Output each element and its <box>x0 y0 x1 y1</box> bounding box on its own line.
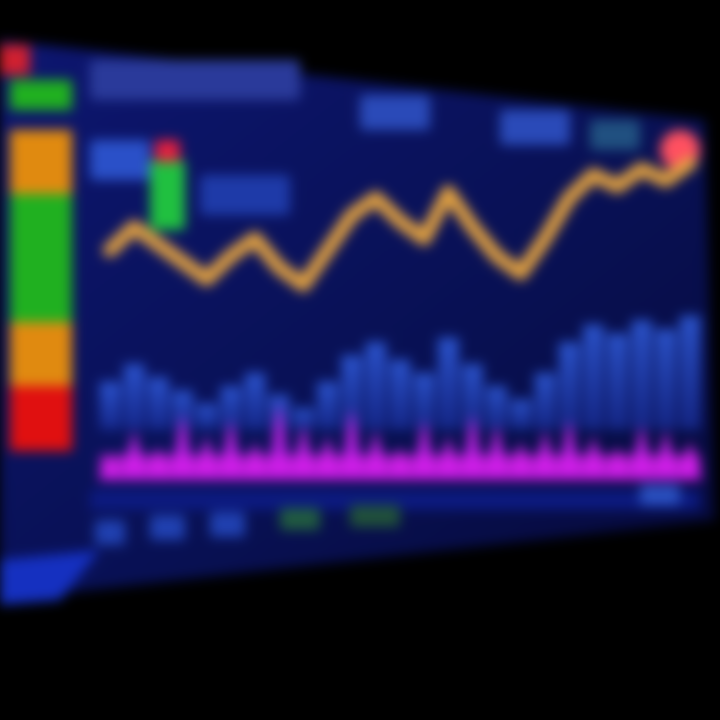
screen-canvas <box>0 40 715 605</box>
footer-item-6[interactable] <box>640 485 680 505</box>
meter-segment <box>10 258 72 323</box>
price-point <box>516 269 525 278</box>
price-point <box>589 170 598 179</box>
price-point <box>106 246 114 255</box>
info-text-block <box>200 175 290 215</box>
price-area-bar <box>365 342 387 430</box>
app-badge-icon <box>0 45 30 75</box>
price-point <box>299 281 308 289</box>
price-area-bar <box>437 337 459 430</box>
price-point <box>178 257 187 266</box>
price-point <box>468 223 477 231</box>
monitor-screen <box>0 0 720 720</box>
price-point <box>613 182 622 191</box>
header-tab-3[interactable] <box>590 120 640 150</box>
price-area-bar <box>244 372 266 430</box>
price-area-bar <box>196 403 218 430</box>
footer-item-3[interactable] <box>210 512 245 537</box>
info-candle-green <box>150 160 185 230</box>
price-area-bar <box>147 377 169 430</box>
info-candle-red <box>155 140 180 162</box>
price-area-bar <box>655 328 677 430</box>
price-area-bar <box>534 372 556 430</box>
price-point <box>686 159 694 168</box>
price-point <box>251 234 259 243</box>
header-tab-1[interactable] <box>360 95 430 130</box>
level-meter <box>10 80 72 451</box>
price-point <box>323 246 332 255</box>
price-area-bar <box>317 381 338 430</box>
price-point <box>202 275 211 284</box>
price-area-bar <box>123 364 145 430</box>
price-point <box>275 263 284 272</box>
info-panel-block <box>90 140 150 180</box>
price-point <box>154 240 163 249</box>
header-tab-2[interactable] <box>500 110 570 145</box>
price-point <box>492 252 501 260</box>
price-area-bar <box>558 342 580 430</box>
footer-item-2[interactable] <box>150 515 185 540</box>
price-point <box>371 194 380 202</box>
meter-top-indicator <box>10 80 72 110</box>
price-point <box>226 252 235 260</box>
meter-segment <box>10 322 72 387</box>
price-point <box>565 194 574 202</box>
price-point <box>661 176 670 185</box>
photo-scene <box>0 0 720 720</box>
price-area-bar <box>679 315 701 430</box>
price-point <box>444 188 453 197</box>
price-area-bar <box>486 386 508 430</box>
header-title-block <box>90 60 300 100</box>
price-area-bar <box>510 399 532 430</box>
footer-item-4[interactable] <box>280 508 320 530</box>
price-area-bar <box>389 359 411 430</box>
price-point <box>130 223 139 231</box>
footer-item-1[interactable] <box>95 520 125 545</box>
meter-segment <box>10 386 72 451</box>
price-area-bar <box>607 333 628 430</box>
price-area-bar <box>582 324 604 430</box>
meter-segment <box>10 194 72 259</box>
meter-segment <box>10 130 72 195</box>
volume-base <box>100 455 700 480</box>
footer-item-5[interactable] <box>350 505 400 527</box>
price-point <box>347 211 356 220</box>
price-area-bar <box>631 320 653 430</box>
price-point <box>541 234 549 243</box>
price-area-bar <box>99 381 121 430</box>
price-point <box>637 165 646 173</box>
price-point <box>420 234 429 243</box>
price-point <box>396 217 404 226</box>
